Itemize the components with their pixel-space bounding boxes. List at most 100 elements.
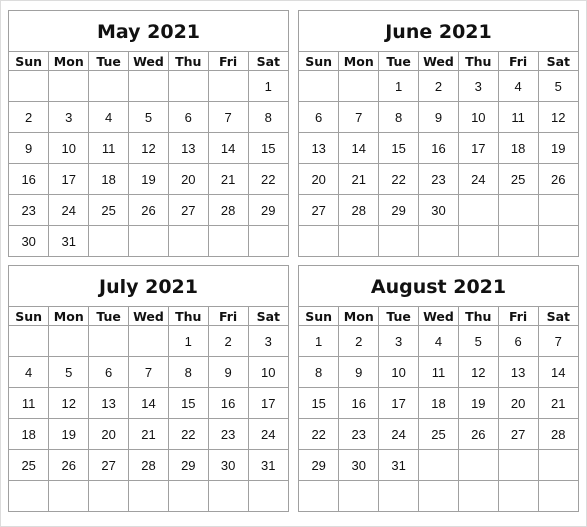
day-cell: 2 bbox=[338, 325, 380, 357]
weekday-header: Tue bbox=[378, 52, 420, 71]
weekday-header: Mon bbox=[48, 307, 90, 326]
day-cell: 16 bbox=[418, 132, 459, 164]
day-cell: 22 bbox=[378, 163, 420, 195]
day-cell: 9 bbox=[418, 101, 459, 133]
day-cell: 24 bbox=[457, 163, 499, 195]
day-cell bbox=[457, 225, 499, 256]
day-cell: 10 bbox=[457, 101, 499, 133]
weekday-header: Wed bbox=[418, 307, 459, 326]
day-cell: 20 bbox=[88, 418, 130, 450]
day-cell bbox=[497, 480, 539, 511]
day-cell bbox=[9, 480, 50, 511]
day-cell: 27 bbox=[88, 449, 130, 481]
day-cell bbox=[88, 480, 130, 511]
day-cell: 3 bbox=[247, 325, 288, 357]
week-row: 30 31 bbox=[9, 225, 288, 256]
day-cell: 25 bbox=[418, 418, 459, 450]
day-cell bbox=[537, 449, 578, 481]
day-cell: 18 bbox=[9, 418, 50, 450]
day-cell: 23 bbox=[418, 163, 459, 195]
day-cell: 15 bbox=[299, 387, 340, 419]
weekday-header: Mon bbox=[338, 52, 380, 71]
day-cell bbox=[418, 480, 459, 511]
day-cell: 31 bbox=[247, 449, 288, 481]
day-cell bbox=[537, 194, 578, 226]
month-title: August 2021 bbox=[299, 266, 578, 307]
day-cell: 27 bbox=[299, 194, 340, 226]
day-cell bbox=[88, 325, 130, 357]
day-cell: 15 bbox=[167, 387, 209, 419]
day-cell: 13 bbox=[497, 356, 539, 388]
month-title: June 2021 bbox=[299, 11, 578, 52]
week-row: 12345 bbox=[299, 70, 578, 102]
day-cell: 29 bbox=[167, 449, 209, 481]
weekday-header: Thu bbox=[457, 52, 499, 71]
week-row: 23 24 25 26 27 28 29 bbox=[9, 194, 288, 226]
day-cell bbox=[207, 480, 249, 511]
day-cell: 8 bbox=[167, 356, 209, 388]
month-title: May 2021 bbox=[9, 11, 288, 52]
day-cell bbox=[247, 225, 288, 256]
week-row: 20 21 22 23 24 25 26 bbox=[299, 163, 578, 195]
day-cell bbox=[537, 225, 578, 256]
day-cell: 9 bbox=[338, 356, 380, 388]
weekday-header: Fri bbox=[497, 307, 539, 326]
week-row: 16 17 18 19 20 21 22 bbox=[9, 163, 288, 195]
day-cell: 5 bbox=[537, 70, 578, 102]
day-cell: 2 bbox=[418, 70, 459, 102]
day-cell: 1 bbox=[378, 70, 420, 102]
day-cell bbox=[418, 449, 459, 481]
day-cell: 18 bbox=[88, 163, 130, 195]
day-cell: 31 bbox=[48, 225, 90, 256]
day-cell bbox=[457, 449, 499, 481]
day-cell: 17 bbox=[457, 132, 499, 164]
day-cell: 21 bbox=[537, 387, 578, 419]
day-cell bbox=[537, 480, 578, 511]
day-cell: 28 bbox=[537, 418, 578, 450]
day-cell: 21 bbox=[128, 418, 169, 450]
day-cell: 16 bbox=[9, 163, 50, 195]
day-cell: 14 bbox=[338, 132, 380, 164]
day-cell: 2 bbox=[9, 101, 50, 133]
day-cell: 9 bbox=[9, 132, 50, 164]
month-calendar: June 2021 Sun Mon Tue Wed Thu Fri Sat 1 2 3 4 5 6 7 8 9 1… bbox=[298, 10, 579, 257]
day-cell: 12 bbox=[48, 387, 90, 419]
day-cell: 11 bbox=[88, 132, 130, 164]
day-cell: 18 bbox=[418, 387, 459, 419]
day-cell bbox=[9, 325, 50, 357]
day-cell bbox=[299, 225, 340, 256]
day-cell bbox=[497, 449, 539, 481]
day-cell bbox=[497, 194, 539, 226]
weekday-header: Tue bbox=[378, 307, 420, 326]
day-cell: 31 bbox=[378, 449, 420, 481]
weekday-header: Sun bbox=[299, 52, 340, 71]
day-cell bbox=[418, 225, 459, 256]
day-cell: 22 bbox=[299, 418, 340, 450]
week-row bbox=[9, 480, 288, 511]
day-cell bbox=[378, 480, 420, 511]
day-cell: 30 bbox=[207, 449, 249, 481]
day-cell: 12 bbox=[457, 356, 499, 388]
day-cell bbox=[48, 325, 90, 357]
day-cell: 17 bbox=[48, 163, 90, 195]
day-cell: 1 bbox=[299, 325, 340, 357]
day-cell: 20 bbox=[497, 387, 539, 419]
weekday-header: Tue bbox=[88, 307, 130, 326]
day-cell: 24 bbox=[378, 418, 420, 450]
day-cell: 14 bbox=[128, 387, 169, 419]
weekday-header: Sun bbox=[299, 307, 340, 326]
day-cell: 4 bbox=[418, 325, 459, 357]
month-calendar: July 2021 Sun Mon Tue Wed Thu Fri Sat 1 2 3 4 5 6 7 8 9 1… bbox=[8, 265, 289, 512]
day-cell: 25 bbox=[88, 194, 130, 226]
day-cell: 21 bbox=[338, 163, 380, 195]
day-cell bbox=[48, 70, 90, 102]
weekday-header: Wed bbox=[128, 52, 169, 71]
day-cell: 5 bbox=[457, 325, 499, 357]
day-cell: 13 bbox=[88, 387, 130, 419]
day-cell: 7 bbox=[537, 325, 578, 357]
week-row: 15 16 17 18 19 20 21 bbox=[299, 387, 578, 419]
week-row: 11 12 13 14 15 16 17 bbox=[9, 387, 288, 419]
day-cell: 4 bbox=[497, 70, 539, 102]
week-row: 18 19 20 21 22 23 24 bbox=[9, 418, 288, 450]
day-cell: 12 bbox=[537, 101, 578, 133]
